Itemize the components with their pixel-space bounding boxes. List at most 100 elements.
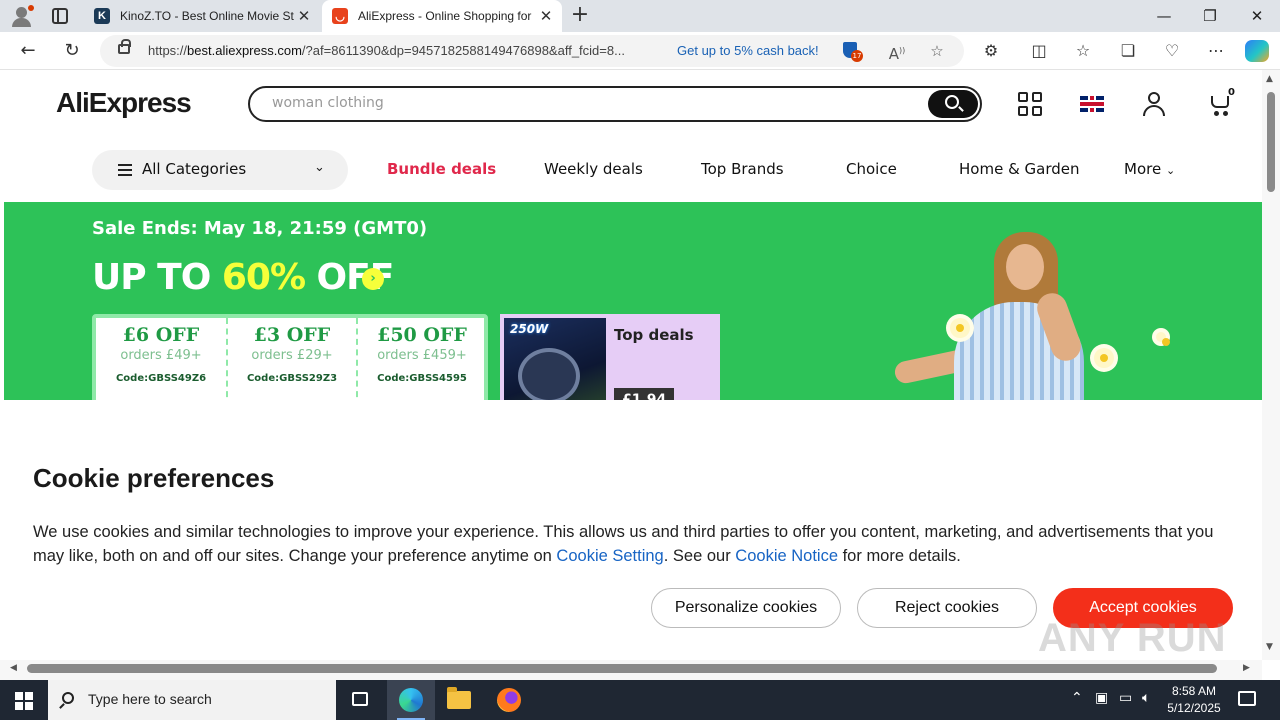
windows-taskbar: Type here to search ⌃ ▣ ▭ 🔈︎ 8:58 AM 5/1… xyxy=(0,680,1280,720)
flower-decoration xyxy=(950,318,970,338)
menu-icon xyxy=(118,164,132,176)
system-clock[interactable]: 8:58 AM 5/12/2025 xyxy=(1162,683,1226,717)
flower-decoration xyxy=(1094,348,1114,368)
nav-top-brands[interactable]: Top Brands xyxy=(701,160,784,178)
discount-headline: UP TO 60% OFF xyxy=(92,257,394,298)
anyrun-watermark: ANY RUN xyxy=(1038,616,1227,660)
cookie-title: Cookie preferences xyxy=(33,463,275,493)
search-bar xyxy=(248,86,982,122)
top-deals-label: Top deals xyxy=(614,326,694,344)
cookie-description: We use cookies and similar technologies … xyxy=(33,523,1214,565)
network-icon[interactable]: ▭ xyxy=(1119,690,1132,706)
browser-tab-strip: K KinoZ.TO - Best Online Movie Str ✕ ◡ A… xyxy=(0,0,1280,32)
scroll-thumb[interactable] xyxy=(27,664,1217,673)
taskbar-firefox[interactable] xyxy=(485,680,533,720)
copilot-icon[interactable] xyxy=(1245,40,1269,62)
collections-icon[interactable]: ❏ xyxy=(1116,40,1140,62)
url-text[interactable]: https://best.aliexpress.com/?af=8611390&… xyxy=(148,43,625,58)
minimize-icon[interactable]: — xyxy=(1141,0,1187,32)
personalize-cookies-button[interactable]: Personalize cookies xyxy=(651,588,841,628)
close-tab-icon[interactable]: ✕ xyxy=(536,7,556,25)
horizontal-scrollbar[interactable]: ◀ ▶ xyxy=(0,660,1262,680)
tab-title: AliExpress - Online Shopping for xyxy=(358,9,532,23)
reject-cookies-button[interactable]: Reject cookies xyxy=(857,588,1037,628)
chevron-right-icon[interactable]: › xyxy=(362,268,384,290)
coupon-card[interactable]: £6 OFF orders £49+ Code:GBSS49Z6 xyxy=(96,318,226,400)
refresh-icon[interactable]: ↻ xyxy=(58,38,86,64)
scroll-right-icon[interactable]: ▶ xyxy=(1243,663,1250,673)
chevron-up-icon[interactable]: ⌃ xyxy=(1071,690,1083,706)
split-screen-icon[interactable]: ◫ xyxy=(1027,40,1051,62)
promo-banner[interactable]: Sale Ends: May 18, 21:59 (GMT0) UP TO 60… xyxy=(4,202,1262,400)
product-image: 250W xyxy=(504,318,606,400)
volume-icon[interactable]: 🔈︎ xyxy=(1142,690,1150,706)
uk-flag-icon[interactable] xyxy=(1080,96,1104,112)
notification-icon[interactable] xyxy=(1238,691,1256,706)
scroll-down-icon[interactable]: ▼ xyxy=(1266,642,1273,652)
tab-actions-icon[interactable] xyxy=(52,8,68,24)
firefox-icon xyxy=(497,688,521,712)
all-categories-button[interactable]: All Categories ⌄ xyxy=(92,150,348,190)
meet-now-icon[interactable]: ▣ xyxy=(1095,690,1108,706)
nav-home-garden[interactable]: Home & Garden xyxy=(959,160,1080,178)
lock-icon[interactable] xyxy=(118,39,131,54)
read-aloud-icon[interactable]: A)) xyxy=(886,40,908,63)
scroll-left-icon[interactable]: ◀ xyxy=(10,663,17,673)
page-viewport: AliExpress 0 All Categories ⌄ Bundle dea… xyxy=(4,70,1262,660)
coupon-card[interactable]: £3 OFF orders £29+ Code:GBSS29Z3 xyxy=(226,318,356,400)
task-view-button[interactable] xyxy=(336,680,384,720)
close-tab-icon[interactable]: ✕ xyxy=(294,7,314,25)
favorites-icon[interactable]: ☆ xyxy=(1071,40,1095,62)
taskbar-search-box[interactable]: Type here to search xyxy=(48,680,336,720)
favorite-star-icon[interactable]: ☆ xyxy=(926,40,948,62)
nav-bundle-deals[interactable]: Bundle deals xyxy=(387,160,496,178)
cookie-banner: Cookie preferences We use cookies and si… xyxy=(4,400,1262,660)
search-button[interactable] xyxy=(928,90,978,118)
address-bar[interactable]: https://best.aliexpress.com/?af=8611390&… xyxy=(100,35,964,67)
close-window-icon[interactable]: ✕ xyxy=(1234,0,1280,32)
kinoz-favicon-icon: K xyxy=(94,8,110,24)
taskbar-file-explorer[interactable] xyxy=(435,680,483,720)
scroll-thumb[interactable] xyxy=(1267,92,1275,192)
cart-count-badge: 0 xyxy=(1228,87,1235,98)
aliexpress-favicon-icon: ◡ xyxy=(332,8,348,24)
cookie-setting-link[interactable]: Cookie Setting xyxy=(556,547,663,565)
flower-decoration xyxy=(1156,332,1170,346)
nav-weekly-deals[interactable]: Weekly deals xyxy=(544,160,643,178)
cookie-notice-link[interactable]: Cookie Notice xyxy=(735,547,838,565)
aliexpress-logo[interactable]: AliExpress xyxy=(56,87,192,119)
shopping-extension-icon[interactable]: 17 xyxy=(842,41,863,62)
taskbar-edge[interactable] xyxy=(387,680,435,720)
more-menu-icon[interactable]: ⋯ xyxy=(1204,40,1228,62)
browser-toolbar: ← ↻ https://best.aliexpress.com/?af=8611… xyxy=(0,32,1280,70)
edge-icon xyxy=(399,688,423,712)
back-icon[interactable]: ← xyxy=(14,38,42,64)
chevron-down-icon: ⌄ xyxy=(314,160,325,175)
extensions-icon[interactable]: ⚙ xyxy=(979,40,1003,62)
qr-code-icon[interactable] xyxy=(1018,92,1042,116)
restore-icon[interactable]: ❐ xyxy=(1187,0,1233,32)
coupon-strip: £6 OFF orders £49+ Code:GBSS49Z6 £3 OFF … xyxy=(92,314,488,400)
search-input[interactable] xyxy=(272,95,912,111)
cashback-offer[interactable]: Get up to 5% cash back! xyxy=(677,43,819,58)
task-view-icon xyxy=(352,692,368,706)
sale-ends-text: Sale Ends: May 18, 21:59 (GMT0) xyxy=(92,218,428,239)
chevron-down-icon: ⌄ xyxy=(1165,164,1176,177)
new-tab-icon[interactable]: + xyxy=(568,3,592,29)
browser-tab-kinoz[interactable]: K KinoZ.TO - Best Online Movie Str ✕ xyxy=(84,0,320,32)
tab-title: KinoZ.TO - Best Online Movie Str xyxy=(120,9,294,23)
account-icon[interactable] xyxy=(1142,91,1166,117)
windows-start-icon[interactable] xyxy=(15,692,33,710)
banner-model-image xyxy=(892,232,1184,400)
product-price: £1.94 xyxy=(614,388,675,400)
vertical-scrollbar[interactable]: ▲ ▼ xyxy=(1262,70,1280,660)
browser-tab-aliexpress[interactable]: ◡ AliExpress - Online Shopping for ✕ xyxy=(322,0,562,32)
nav-choice[interactable]: Choice xyxy=(846,160,897,178)
coupon-card[interactable]: £50 OFF orders £459+ Code:GBSS4595 xyxy=(356,318,486,400)
performance-icon[interactable]: ♡ xyxy=(1160,40,1184,62)
top-deals-card[interactable]: 250W Top deals £1.94 xyxy=(500,314,720,400)
profile-icon[interactable] xyxy=(10,5,34,27)
scroll-up-icon[interactable]: ▲ xyxy=(1266,74,1273,84)
nav-more[interactable]: More ⌄ xyxy=(1124,160,1175,178)
search-icon xyxy=(62,692,74,704)
